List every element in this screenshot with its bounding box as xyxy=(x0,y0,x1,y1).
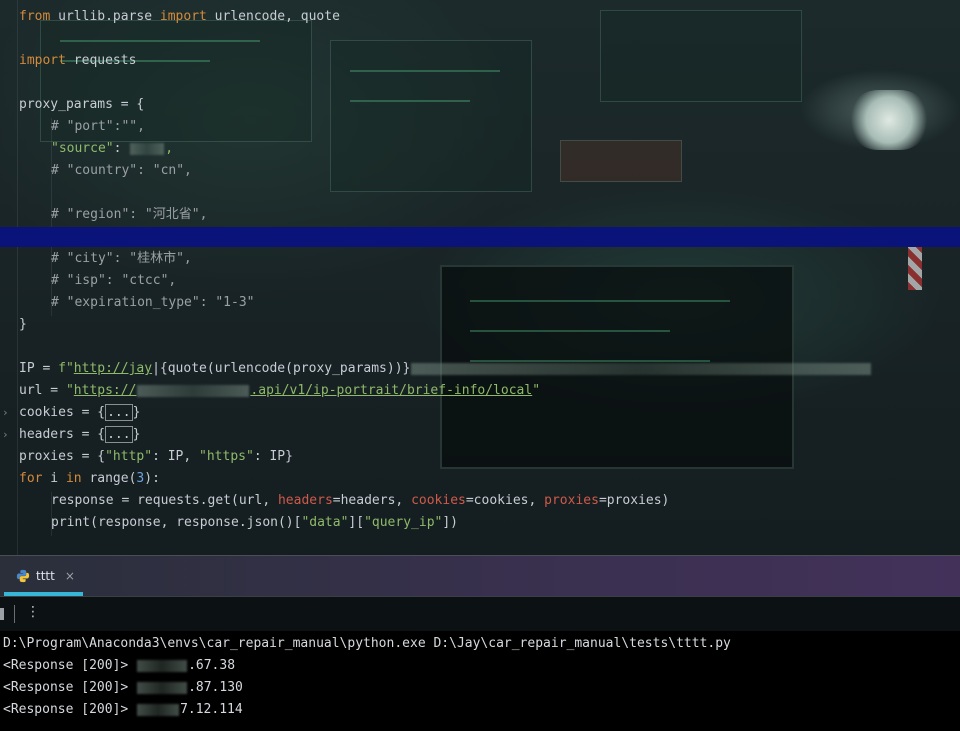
run-console-output[interactable]: D:\Program\Anaconda3\envs\car_repair_man… xyxy=(0,631,960,731)
run-toolbar: ⋮ xyxy=(0,596,960,632)
code-line-21: proxies = {"http": IP, "https": IP} xyxy=(19,449,293,464)
redacted-value xyxy=(137,703,180,716)
code-line-6: # "port":"", xyxy=(51,119,145,134)
run-tab-tttt[interactable]: tttt × xyxy=(4,556,83,596)
redacted-value xyxy=(137,681,188,694)
fold-arrow-icon[interactable]: › xyxy=(2,424,9,446)
console-line: <Response [200]> .67.38 xyxy=(3,658,236,673)
code-line-1: from urllib.parse import urlencode, quot… xyxy=(19,9,340,24)
code-editor[interactable]: from urllib.parse import urlencode, quot… xyxy=(0,0,960,555)
more-vertical-icon[interactable]: ⋮ xyxy=(26,604,40,620)
code-line-19: cookies = {...} xyxy=(19,404,141,421)
redacted-value xyxy=(137,659,188,672)
console-line: <Response [200]> .87.130 xyxy=(3,680,243,695)
console-line: D:\Program\Anaconda3\envs\car_repair_man… xyxy=(3,636,731,651)
close-icon[interactable]: × xyxy=(65,569,75,583)
code-line-22: for i in range(3): xyxy=(19,471,160,486)
toolbar-separator xyxy=(14,605,15,623)
code-line-20: headers = {...} xyxy=(19,426,141,443)
code-line-3: import requests xyxy=(19,53,137,68)
code-line-24: print(response, response.json()["data"][… xyxy=(51,515,459,530)
code-line-15: } xyxy=(19,317,27,332)
run-tab-label: tttt xyxy=(36,569,55,583)
folded-region[interactable]: ... xyxy=(105,404,133,421)
code-line-18: url = "https://.api/v1/ip-portrait/brief… xyxy=(19,383,541,398)
console-line: <Response [200]> 7.12.114 xyxy=(3,702,243,717)
code-line-23: response = requests.get(url, headers=hea… xyxy=(51,493,670,508)
python-icon xyxy=(16,569,30,583)
fold-arrow-icon[interactable]: › xyxy=(2,402,9,424)
code-line-5: proxy_params = { xyxy=(19,97,145,112)
run-tab-bar: tttt × xyxy=(0,556,960,596)
code-line-17: IP = f"http://jay|{quote(urlencode(proxy… xyxy=(19,358,872,380)
code-line-14: # "expiration_type": "1-3" xyxy=(51,295,255,310)
folded-region[interactable]: ... xyxy=(105,426,133,443)
redacted-value xyxy=(130,142,165,155)
code-line-7: "source": , xyxy=(51,141,174,156)
code-line-8: # "country": "cn", xyxy=(51,163,192,178)
code-line-10: # "region": "河北省", xyxy=(51,207,208,222)
redacted-value xyxy=(137,384,250,397)
code-line-12: # "city": "桂林市", xyxy=(51,251,192,266)
redacted-value xyxy=(411,362,872,375)
stop-icon[interactable] xyxy=(0,608,4,620)
code-line-13: # "isp": "ctcc", xyxy=(51,273,177,288)
